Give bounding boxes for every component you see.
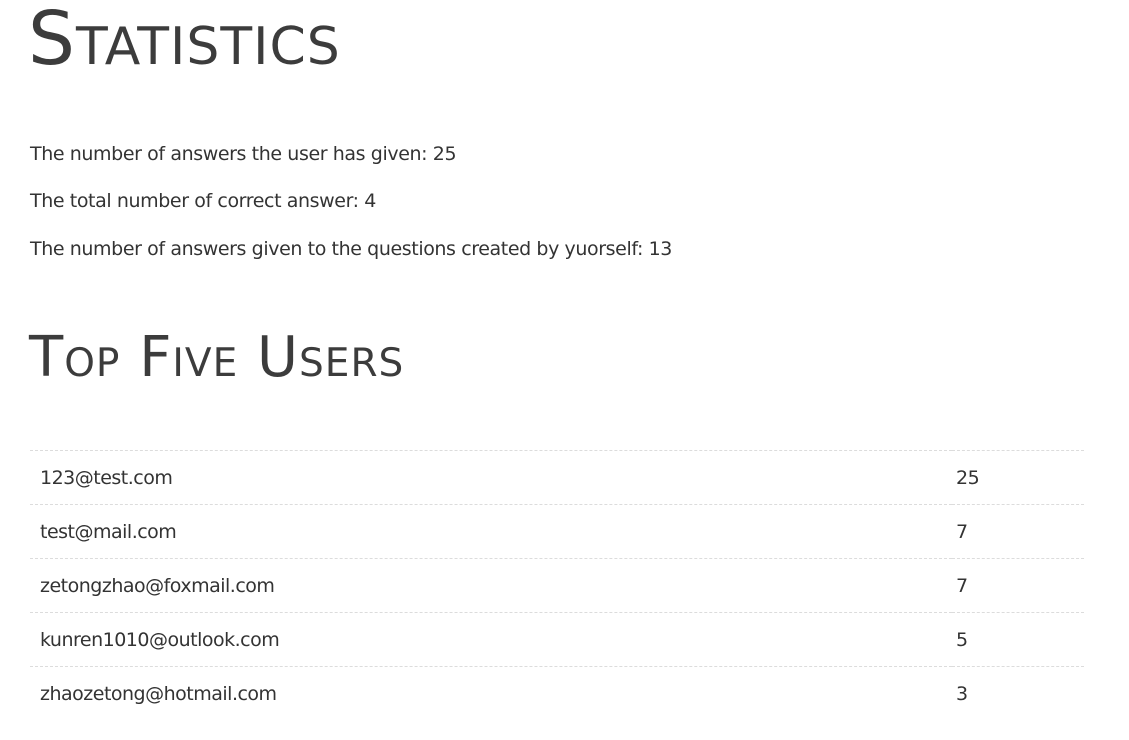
user-email: 123@test.com: [30, 450, 952, 505]
user-email: zhaozetong@hotmail.com: [30, 666, 952, 720]
user-email: test@mail.com: [30, 504, 952, 559]
user-answer-count: 3: [952, 666, 1084, 720]
table-row: zhaozetong@hotmail.com 3: [30, 666, 1084, 720]
answers-given-stat: The number of answers the user has given…: [30, 143, 457, 165]
user-answer-count: 7: [952, 504, 1084, 559]
table-row: zetongzhao@foxmail.com 7: [30, 558, 1084, 613]
statistics-title: Statistics: [28, 0, 341, 82]
top-users-title: Top Five Users: [29, 325, 405, 390]
user-answer-count: 7: [952, 558, 1084, 613]
table-row: test@mail.com 7: [30, 504, 1084, 559]
top-users-table: 123@test.com 25 test@mail.com 7 zetongzh…: [30, 450, 1084, 720]
answers-to-own-questions-stat: The number of answers given to the quest…: [30, 238, 672, 260]
user-answer-count: 5: [952, 612, 1084, 667]
user-email: kunren1010@outlook.com: [30, 612, 952, 667]
user-email: zetongzhao@foxmail.com: [30, 558, 952, 613]
table-row: 123@test.com 25: [30, 450, 1084, 505]
user-answer-count: 25: [952, 450, 1084, 505]
correct-answers-stat: The total number of correct answer: 4: [30, 190, 376, 212]
table-row: kunren1010@outlook.com 5: [30, 612, 1084, 667]
